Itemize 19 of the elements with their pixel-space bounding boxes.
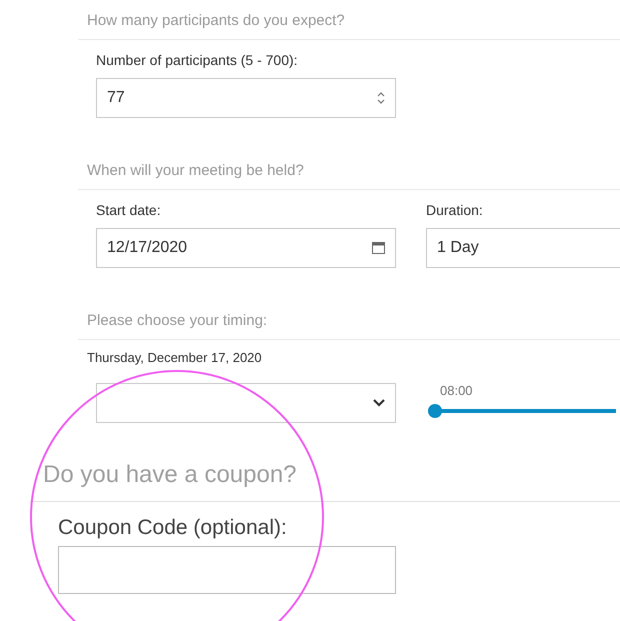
chevron-down-icon — [373, 399, 385, 407]
slider-track[interactable] — [430, 404, 616, 418]
date-text: Thursday, December 17, 2020 — [87, 350, 263, 365]
slider-value: 08:00 — [440, 383, 473, 398]
coupon-input-field[interactable] — [58, 546, 396, 594]
section-heading: Please choose your timing: — [78, 312, 620, 340]
date-input-field[interactable]: 12/17/2020 — [96, 228, 396, 268]
spinner-icon[interactable] — [377, 91, 385, 105]
field-label: Duration: — [426, 202, 484, 218]
slider-thumb[interactable] — [428, 404, 442, 418]
field-label: Start date: — [96, 202, 162, 218]
coupon-label: Coupon Code (optional): — [58, 516, 288, 540]
calendar-icon[interactable] — [372, 242, 385, 254]
section-heading: When will your meeting be held? — [78, 162, 620, 190]
field-label: Number of participants (5 - 700): — [96, 52, 299, 68]
coupon-heading: Do you have a coupon? — [30, 461, 620, 502]
section-heading: How many participants do you expect? — [78, 12, 620, 40]
duration-select[interactable]: 1 Day — [426, 228, 620, 268]
number-input-field[interactable]: 77 — [96, 78, 396, 118]
